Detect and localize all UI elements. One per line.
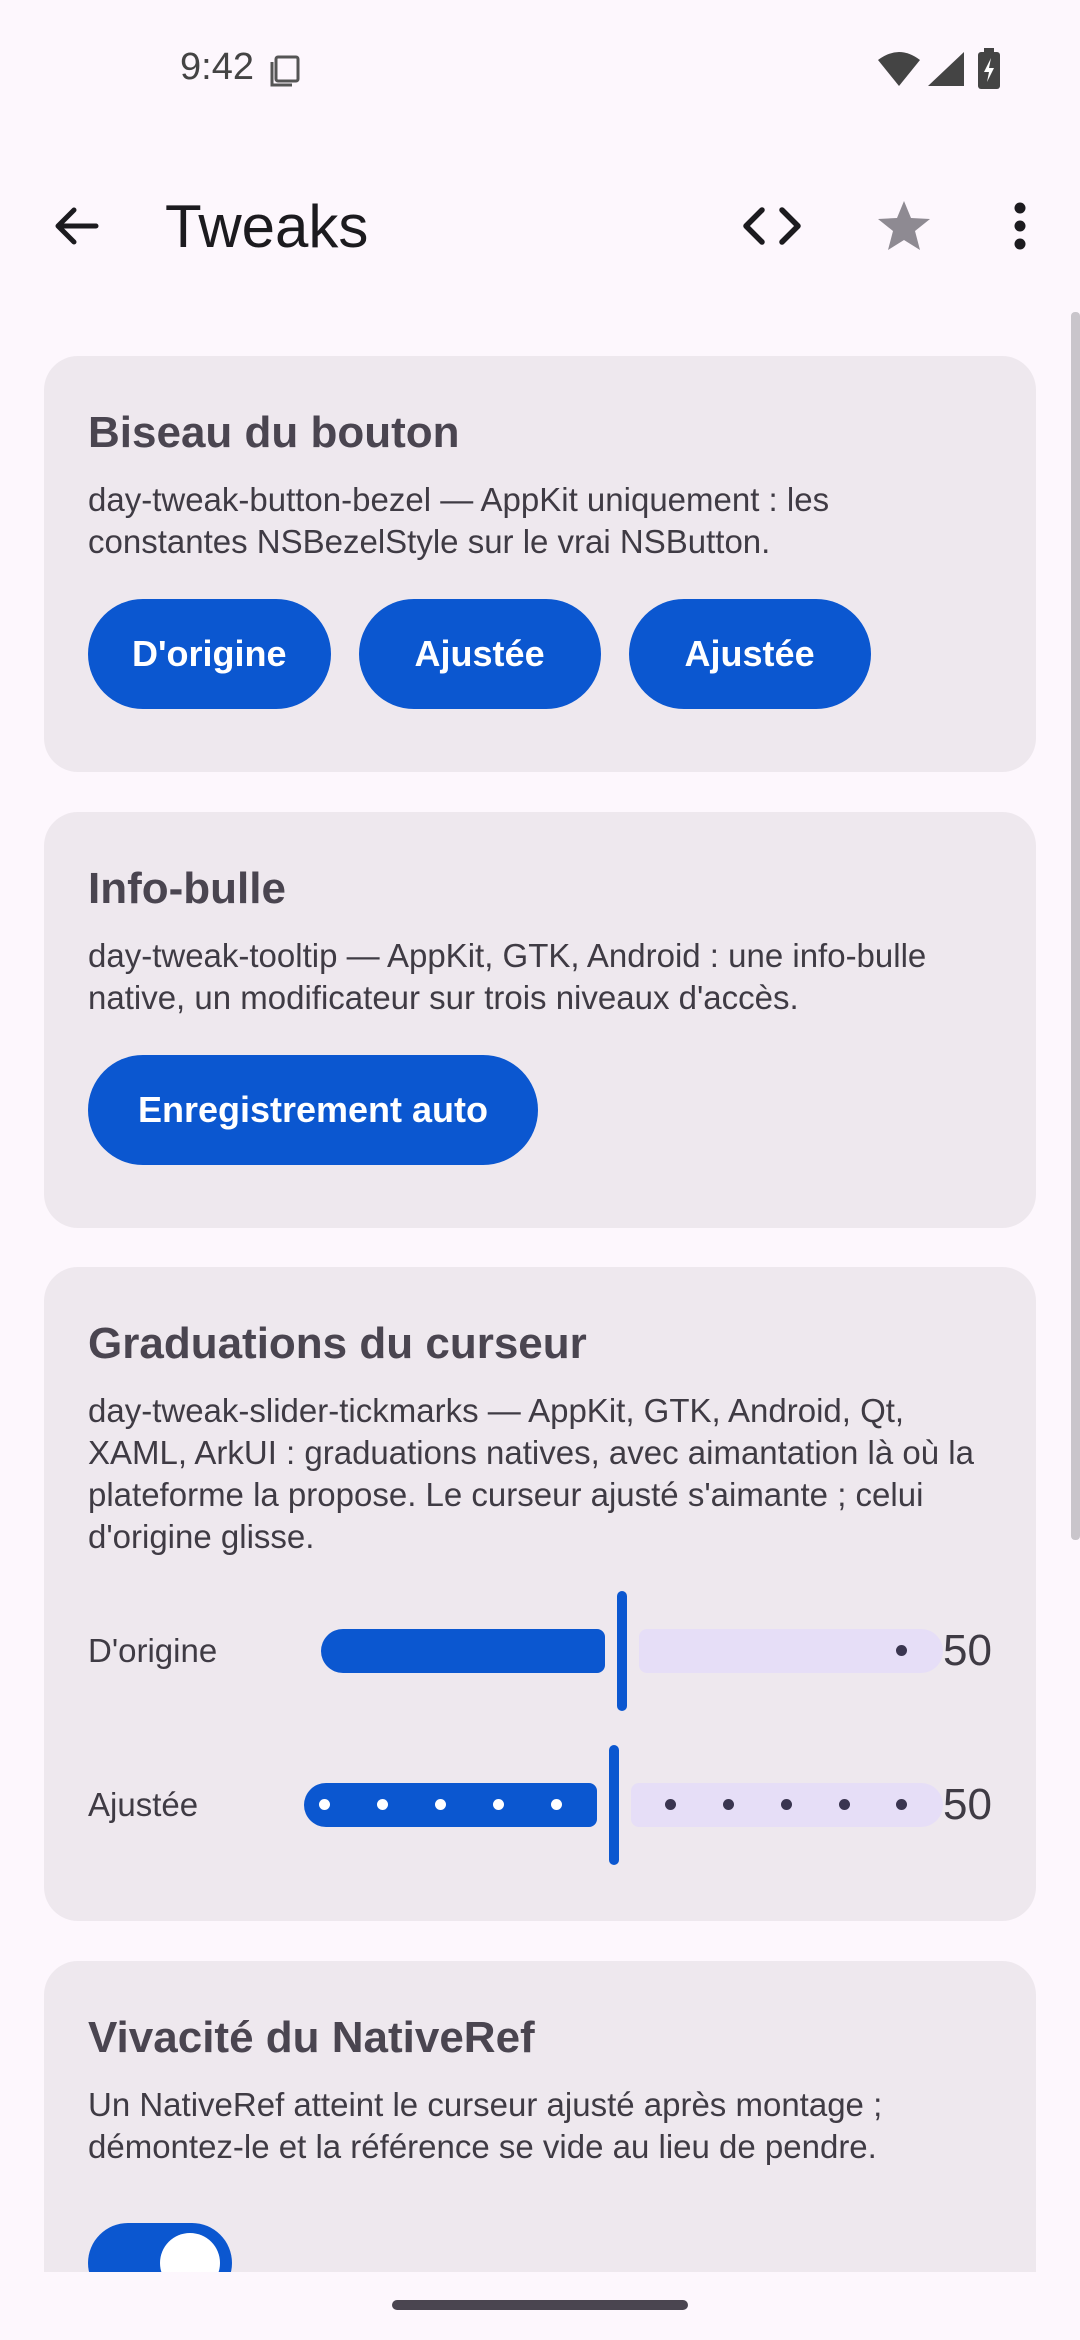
slider-tick — [781, 1798, 792, 1810]
card-description: day-tweak-button-bezel — AppKit uniqueme… — [88, 480, 830, 560]
slider-thumb[interactable] — [609, 1744, 619, 1865]
slider-value: 50 — [943, 1779, 992, 1829]
bezel-button-row: D'origine Ajustée Ajustée — [88, 598, 992, 709]
slider-tick — [493, 1798, 504, 1810]
tooltip-card: Info-bulle day-tweak-tooltip — AppKit, G… — [44, 812, 1036, 1228]
status-bar: 9:42 — [0, 0, 1080, 140]
card-title: Biseau du bouton — [88, 408, 460, 457]
favorite-button[interactable] — [866, 188, 942, 264]
autosave-button[interactable]: Enregistrement auto — [88, 1054, 538, 1165]
slider-tick — [896, 1798, 907, 1810]
slider-row-original: D'origine 50 — [88, 1574, 992, 1728]
slider-tick — [551, 1798, 562, 1810]
card-description: day-tweak-tooltip — AppKit, GTK, Android… — [88, 936, 927, 1016]
more-vert-icon — [1014, 202, 1026, 250]
slider-tick — [896, 1644, 907, 1656]
slider-thumb[interactable] — [617, 1590, 627, 1711]
slider-tick — [377, 1798, 388, 1810]
card-title: Info-bulle — [88, 864, 286, 913]
slider-value: 50 — [943, 1625, 992, 1675]
page-title: Tweaks — [165, 193, 369, 260]
slider-tickmarks-card: Graduations du curseur day-tweak-slider-… — [44, 1267, 1036, 1921]
battery-charging-icon — [978, 48, 1000, 89]
code-icon — [743, 207, 801, 245]
star-icon — [878, 201, 930, 250]
back-arrow-icon — [55, 207, 99, 245]
card-title: Graduations du curseur — [88, 1319, 587, 1368]
slider-label: D'origine — [88, 1631, 218, 1669]
back-button[interactable] — [40, 190, 112, 262]
wifi-icon — [878, 52, 920, 86]
slider-tick — [839, 1798, 850, 1810]
bezel-original-button[interactable]: D'origine — [88, 598, 331, 709]
slider-tick — [435, 1798, 446, 1810]
tooltip-button-row: Enregistrement auto — [88, 1054, 992, 1165]
more-options-button[interactable] — [996, 188, 1044, 264]
card-title: Vivacité du NativeRef — [88, 2013, 535, 2062]
screen-icon — [270, 55, 300, 87]
slider-tick — [723, 1798, 734, 1810]
slider-label: Ajustée — [88, 1785, 199, 1823]
slider-tick — [319, 1798, 330, 1810]
slider-tick — [665, 1798, 676, 1810]
scrollbar[interactable] — [1071, 312, 1080, 1540]
navigation-handle[interactable] — [392, 2300, 688, 2310]
card-description: Un NativeRef atteint le curseur ajusté a… — [88, 2085, 883, 2165]
slider-active-track — [321, 1628, 605, 1673]
code-button[interactable] — [732, 190, 812, 262]
card-description: day-tweak-slider-tickmarks — AppKit, GTK… — [88, 1391, 974, 1555]
bezel-tweaked-button-2[interactable]: Ajustée — [628, 598, 871, 709]
top-app-bar: Tweaks — [0, 170, 1080, 280]
status-time: 9:42 — [180, 46, 254, 88]
bezel-tweaked-button-1[interactable]: Ajustée — [358, 598, 601, 709]
button-bezel-card: Biseau du bouton day-tweak-button-bezel … — [44, 356, 1036, 772]
slider-row-tweaked: Ajustée 50 — [88, 1728, 992, 1882]
signal-icon — [928, 52, 964, 86]
